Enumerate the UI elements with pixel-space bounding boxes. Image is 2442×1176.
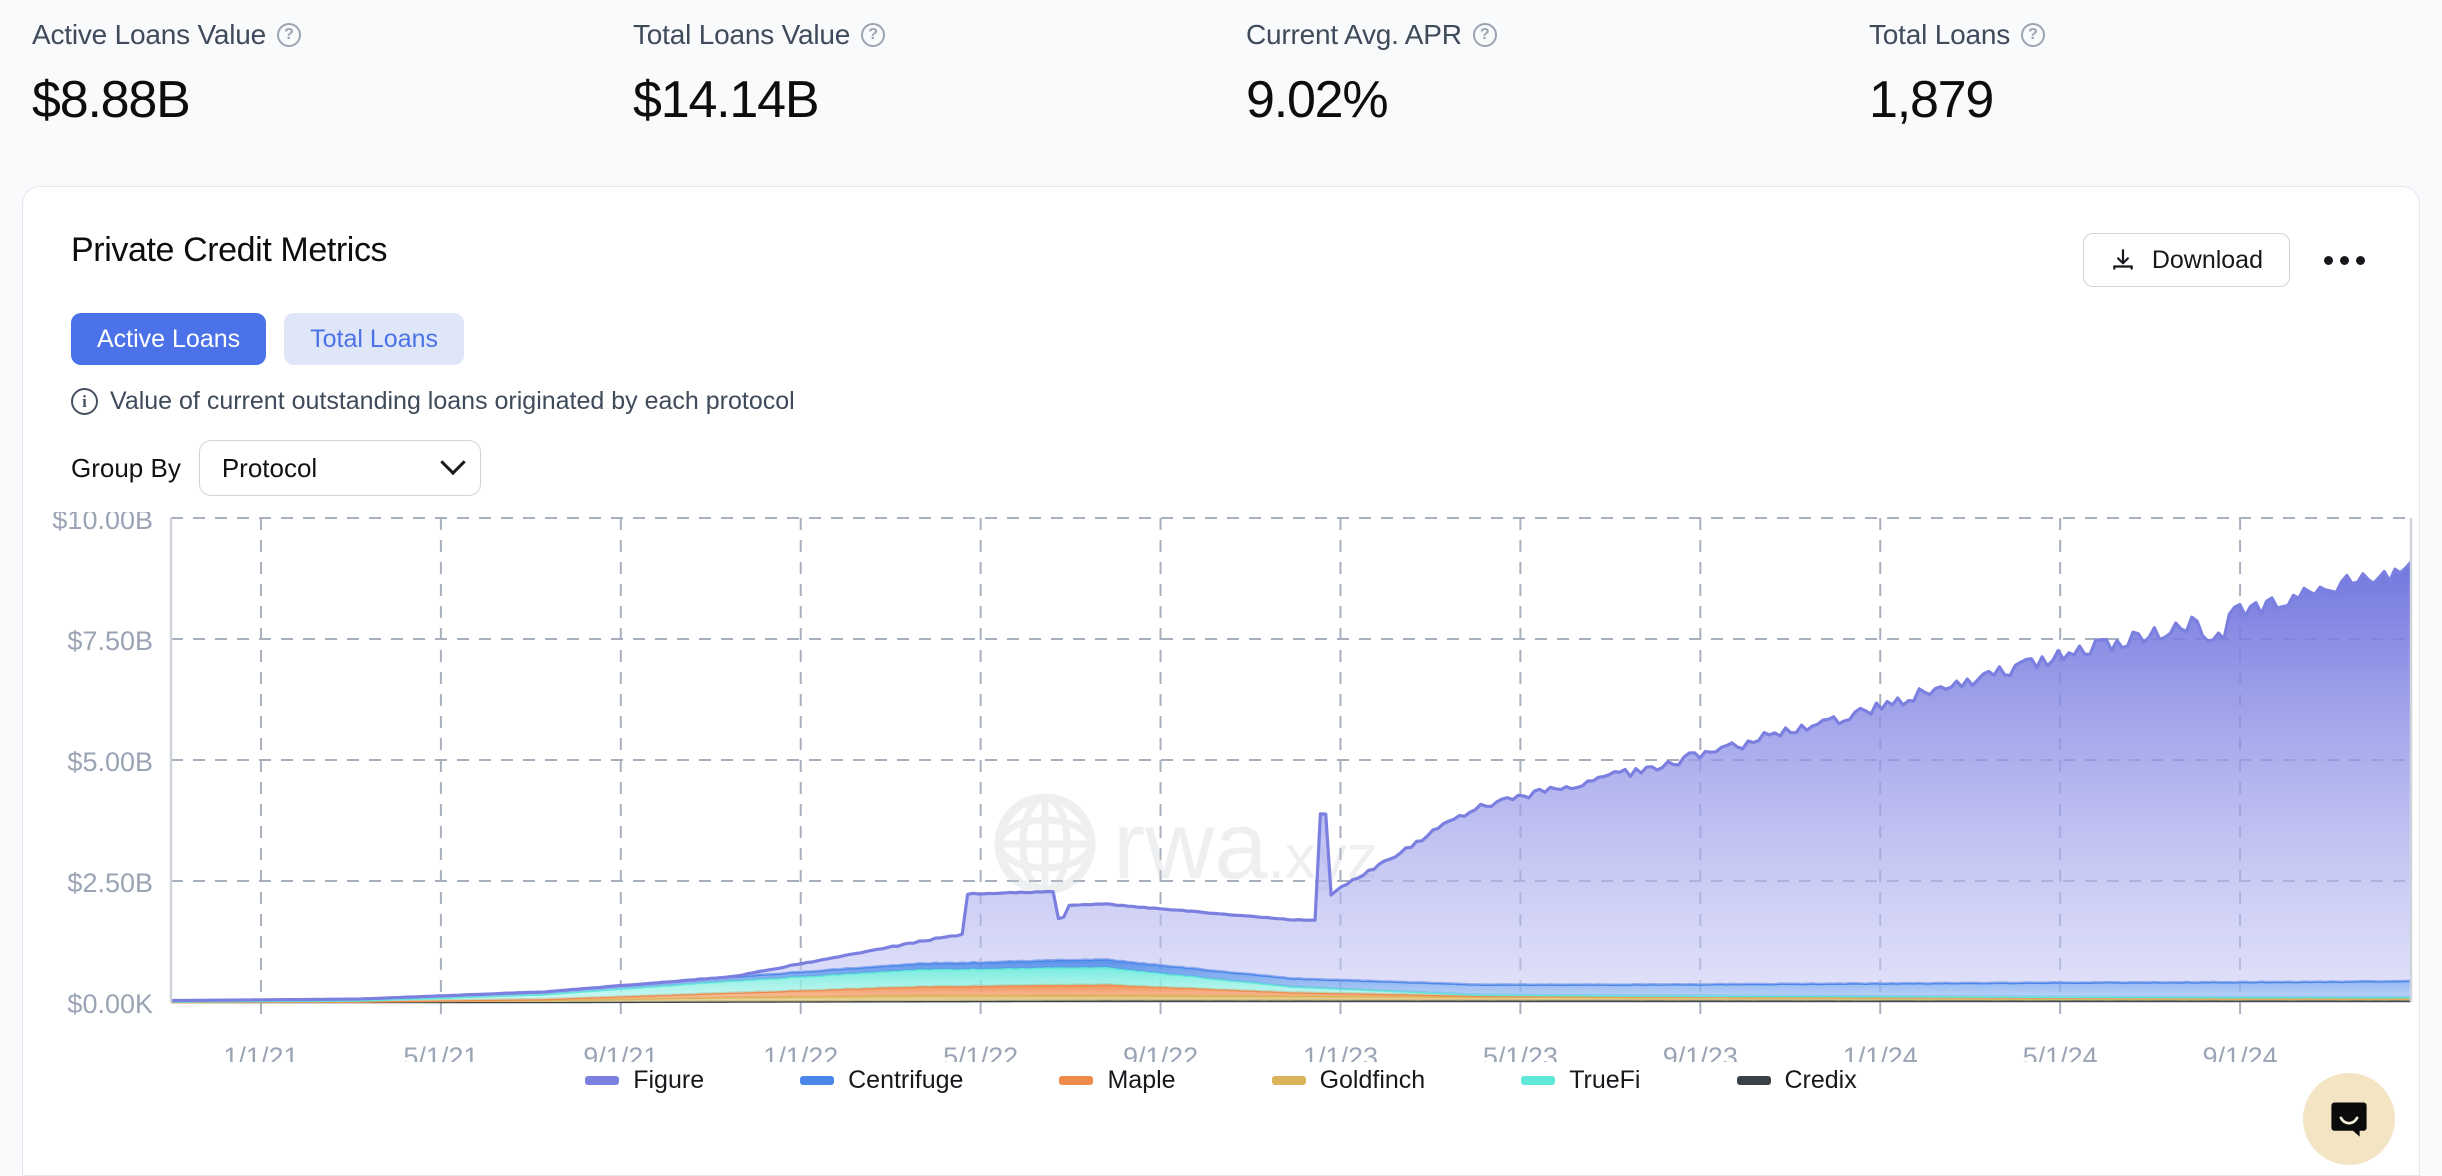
kpi-label-row: Current Avg. APR ? bbox=[1246, 18, 1819, 52]
group-by-row: Group By Protocol bbox=[23, 416, 2419, 496]
kpi-card-total-loans-value: Total Loans Value ? $14.14B bbox=[605, 18, 1206, 186]
dot bbox=[2340, 256, 2349, 265]
download-button-label: Download bbox=[2152, 246, 2263, 275]
svg-text:9/1/21: 9/1/21 bbox=[583, 1042, 658, 1062]
description-row: i Value of current outstanding loans ori… bbox=[23, 365, 2419, 416]
legend-swatch bbox=[1521, 1076, 1555, 1085]
svg-text:1/1/22: 1/1/22 bbox=[763, 1042, 838, 1062]
legend-item-truefi[interactable]: TrueFi bbox=[1521, 1066, 1640, 1095]
legend-label: Maple bbox=[1107, 1066, 1175, 1095]
metric-tabs: Active Loans Total Loans bbox=[23, 287, 2419, 365]
kpi-card-current-avg-apr: Current Avg. APR ? 9.02% bbox=[1206, 18, 1819, 186]
help-icon[interactable]: ? bbox=[2021, 23, 2045, 47]
legend-label: Goldfinch bbox=[1320, 1066, 1426, 1095]
chat-bubble-icon bbox=[2327, 1097, 2371, 1141]
svg-text:1/1/23: 1/1/23 bbox=[1303, 1042, 1378, 1062]
kpi-value: $14.14B bbox=[633, 70, 1206, 130]
chart-legend: Figure Centrifuge Maple Goldfinch TrueFi… bbox=[23, 1066, 2419, 1095]
chevron-down-icon bbox=[440, 450, 465, 475]
legend-swatch bbox=[585, 1076, 619, 1085]
kpi-label: Active Loans Value bbox=[32, 19, 266, 51]
kpi-label: Current Avg. APR bbox=[1246, 19, 1462, 51]
kpi-label-row: Total Loans Value ? bbox=[633, 18, 1206, 52]
card-header: Private Credit Metrics Download bbox=[23, 187, 2419, 287]
svg-text:$7.50B: $7.50B bbox=[67, 626, 153, 656]
legend-item-maple[interactable]: Maple bbox=[1059, 1066, 1175, 1095]
kpi-label-row: Active Loans Value ? bbox=[32, 18, 605, 52]
chart-container: $10.00B $7.50B $5.00B $2.50B $0.00K 1/1/21 5/1… bbox=[23, 512, 2419, 1062]
download-icon bbox=[2110, 247, 2136, 273]
chat-widget-button[interactable] bbox=[2303, 1073, 2395, 1165]
kpi-card-total-loans: Total Loans ? 1,879 bbox=[1819, 18, 2442, 186]
kpi-value: $8.88B bbox=[32, 70, 605, 130]
group-by-value: Protocol bbox=[222, 453, 317, 484]
info-icon: i bbox=[71, 388, 98, 415]
group-by-label: Group By bbox=[71, 453, 181, 484]
svg-text:9/1/22: 9/1/22 bbox=[1123, 1042, 1198, 1062]
legend-swatch bbox=[1737, 1076, 1771, 1085]
kpi-strip: Active Loans Value ? $8.88B Total Loans … bbox=[0, 0, 2442, 186]
legend-swatch bbox=[800, 1076, 834, 1085]
kpi-value: 9.02% bbox=[1246, 70, 1819, 130]
tab-total-loans[interactable]: Total Loans bbox=[284, 313, 464, 365]
svg-text:5/1/21: 5/1/21 bbox=[403, 1042, 478, 1062]
svg-text:$0.00K: $0.00K bbox=[67, 989, 153, 1019]
kpi-label: Total Loans bbox=[1869, 19, 2010, 51]
dot bbox=[2324, 256, 2333, 265]
svg-text:rwa.xyz: rwa.xyz bbox=[1113, 792, 1378, 899]
legend-swatch bbox=[1272, 1076, 1306, 1085]
help-icon[interactable]: ? bbox=[277, 23, 301, 47]
legend-item-figure[interactable]: Figure bbox=[585, 1066, 704, 1095]
svg-text:$2.50B: $2.50B bbox=[67, 868, 153, 898]
legend-item-centrifuge[interactable]: Centrifuge bbox=[800, 1066, 963, 1095]
svg-text:$5.00B: $5.00B bbox=[67, 747, 153, 777]
svg-text:9/1/24: 9/1/24 bbox=[2203, 1042, 2278, 1062]
svg-text:5/1/24: 5/1/24 bbox=[2023, 1042, 2098, 1062]
svg-text:5/1/23: 5/1/23 bbox=[1483, 1042, 1558, 1062]
legend-label: Figure bbox=[633, 1066, 704, 1095]
svg-text:$10.00B: $10.00B bbox=[52, 512, 153, 535]
legend-label: TrueFi bbox=[1569, 1066, 1640, 1095]
dot bbox=[2356, 256, 2365, 265]
legend-item-goldfinch[interactable]: Goldfinch bbox=[1272, 1066, 1426, 1095]
kpi-label: Total Loans Value bbox=[633, 19, 850, 51]
legend-label: Credix bbox=[1785, 1066, 1857, 1095]
kpi-card-active-loans-value: Active Loans Value ? $8.88B bbox=[0, 18, 605, 186]
description-text: Value of current outstanding loans origi… bbox=[110, 387, 795, 416]
page-title: Private Credit Metrics bbox=[71, 231, 387, 270]
more-options-icon[interactable] bbox=[2318, 246, 2371, 275]
help-icon[interactable]: ? bbox=[861, 23, 885, 47]
legend-swatch bbox=[1059, 1076, 1093, 1085]
svg-text:5/1/22: 5/1/22 bbox=[943, 1042, 1018, 1062]
svg-text:9/1/23: 9/1/23 bbox=[1663, 1042, 1738, 1062]
svg-text:1/1/21: 1/1/21 bbox=[223, 1042, 298, 1062]
card-header-actions: Download bbox=[2083, 233, 2371, 287]
help-icon[interactable]: ? bbox=[1473, 23, 1497, 47]
kpi-label-row: Total Loans ? bbox=[1869, 18, 2442, 52]
kpi-value: 1,879 bbox=[1869, 70, 2442, 130]
private-credit-metrics-card: Private Credit Metrics Download Active L… bbox=[22, 186, 2420, 1176]
legend-label: Centrifuge bbox=[848, 1066, 963, 1095]
stacked-area-chart[interactable]: $10.00B $7.50B $5.00B $2.50B $0.00K 1/1/21 5/1… bbox=[23, 512, 2419, 1062]
group-by-select[interactable]: Protocol bbox=[199, 440, 481, 496]
legend-item-credix[interactable]: Credix bbox=[1737, 1066, 1857, 1095]
download-button[interactable]: Download bbox=[2083, 233, 2290, 287]
tab-active-loans[interactable]: Active Loans bbox=[71, 313, 266, 365]
area-figure bbox=[171, 562, 2411, 1001]
svg-text:1/1/24: 1/1/24 bbox=[1843, 1042, 1918, 1062]
